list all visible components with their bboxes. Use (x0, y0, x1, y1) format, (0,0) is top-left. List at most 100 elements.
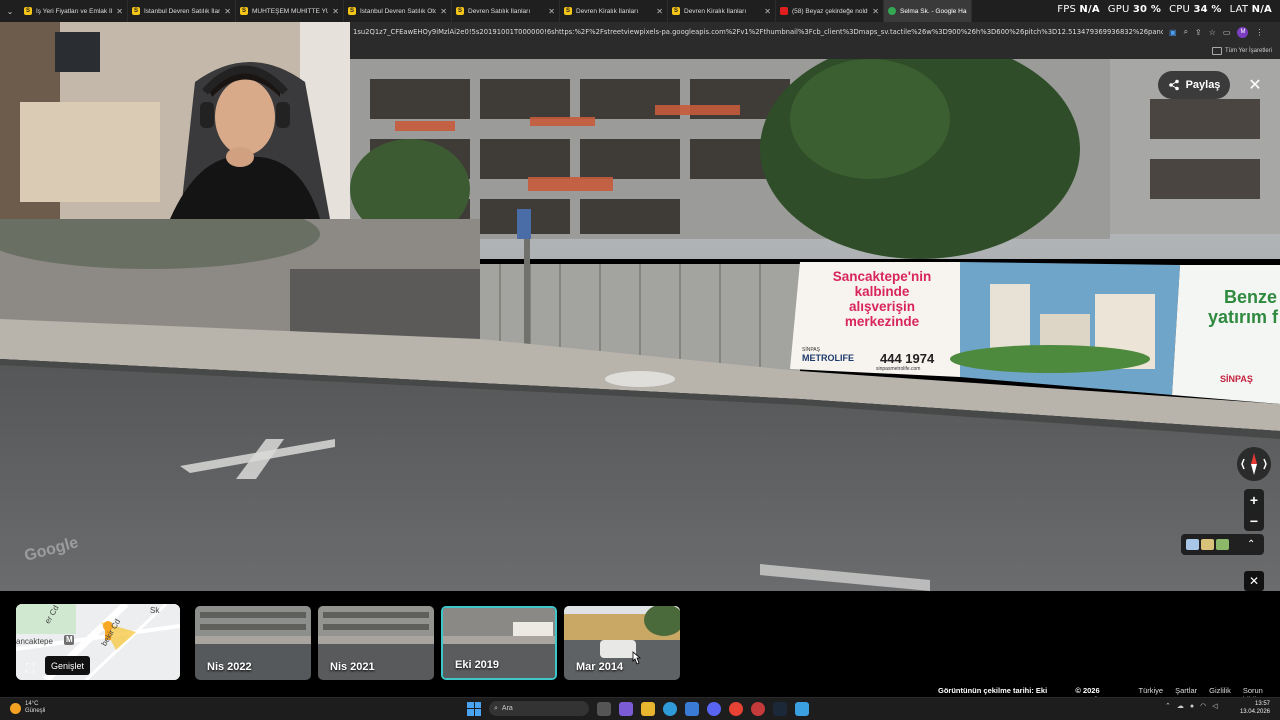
url-text[interactable]: 1su2Q1z7_CFEawEHOy9iMzlAi2e0!5s20191001T… (350, 28, 1163, 36)
bookmark-star-icon[interactable]: ☆ (1209, 28, 1216, 37)
tab-label: İş Yeri Fiyatları ve Emlak İlanları (36, 7, 113, 15)
tab-close-icon[interactable]: ✕ (548, 7, 555, 16)
youtube-icon (780, 7, 788, 15)
all-bookmarks-button[interactable]: Tüm Yer İşaretleri (1211, 46, 1280, 55)
tab-label: Devren Kiralık İlanları (684, 7, 747, 15)
zoom-out-icon[interactable]: − (1250, 513, 1258, 529)
photos-icon[interactable] (795, 701, 809, 716)
sahibinden-icon: S (564, 7, 572, 15)
search-icon: ⌕ (494, 704, 498, 712)
cloud-icon[interactable]: ☁ (1177, 702, 1184, 710)
volume-icon[interactable]: ◁ (1212, 702, 1217, 710)
tab-close-icon[interactable]: ✕ (656, 7, 663, 16)
zoom-control: + − (1244, 489, 1264, 531)
zoom-icon[interactable]: ⌕ (1184, 27, 1188, 37)
browser-tab[interactable]: S İstanbul Devren Satılık Oto Ser ✕ (344, 0, 452, 22)
lat-label: LAT (1229, 4, 1249, 15)
browser-tab[interactable]: S Devren Satılık İlanları ✕ (452, 0, 560, 22)
edge-icon[interactable] (663, 701, 677, 716)
task-view-icon[interactable] (597, 701, 611, 716)
tab-label: İstanbul Devren Satılık İlanları (144, 7, 220, 15)
tab-label: (58) Beyaz çekirdeğe noldu? - Y (792, 7, 868, 15)
gpu-label: GPU (1107, 4, 1130, 15)
billboard-right-text: Benze yatırım f (1208, 287, 1279, 327)
browser-tab[interactable]: S Devren Kiralık İlanları ✕ (560, 0, 668, 22)
tab-search-chevron-icon[interactable]: ⌄ (0, 0, 20, 22)
cpu-label: CPU (1169, 4, 1191, 15)
thumbnail-date: Eki 2019 (455, 659, 500, 671)
timeline-thumbnail[interactable]: Mar 2014 (564, 606, 680, 680)
share-page-icon[interactable]: ⇪ (1195, 28, 1202, 37)
close-timeline-icon[interactable]: ✕ (1244, 571, 1264, 591)
tab-close-icon[interactable]: ✕ (440, 7, 447, 16)
start-icon[interactable] (467, 701, 481, 716)
sidebar-icon[interactable]: ▭ (1223, 28, 1231, 37)
wifi-icon[interactable]: ◠ (1200, 702, 1206, 710)
sahibinden-icon: S (132, 7, 140, 15)
compass-icon[interactable] (1237, 447, 1271, 481)
timeline-thumbnail-selected[interactable]: Eki 2019 (441, 606, 557, 680)
browser-tab[interactable]: S İş Yeri Fiyatları ve Emlak İlanları ✕ (20, 0, 128, 22)
fps-label: FPS (1057, 4, 1077, 15)
menu-dots-icon[interactable]: ⋮ (1255, 28, 1263, 37)
close-street-view-icon[interactable]: ✕ (1242, 71, 1268, 99)
performance-overlay: FPS N/A GPU 30 % CPU 34 % LAT N/A (1057, 4, 1272, 15)
browser-tab[interactable]: S İstanbul Devren Satılık İlanları ✕ (128, 0, 236, 22)
chevron-up-icon[interactable]: ⌃ (1165, 702, 1171, 710)
gpu-value: 30 % (1132, 4, 1162, 15)
taskbar-search[interactable]: ⌕ Ara (489, 701, 589, 716)
browser-tab[interactable]: S Devren Kiralık İlanları ✕ (668, 0, 776, 22)
fps-value: N/A (1079, 4, 1100, 15)
profile-avatar[interactable]: M (1237, 26, 1249, 38)
discord-icon[interactable] (707, 701, 721, 716)
map-label: Sk (150, 606, 160, 615)
tab-close-icon[interactable]: ✕ (332, 7, 339, 16)
timeline-thumbnail[interactable]: Nis 2022 (195, 606, 311, 680)
extension-icon[interactable]: ▣ (1169, 28, 1177, 37)
browser-tab[interactable]: S MUHTEŞEM MUHİTTE YÜKSEK ✕ (236, 0, 344, 22)
steam-icon[interactable] (773, 701, 787, 716)
sahibinden-icon: S (240, 7, 248, 15)
webcam-overlay (0, 22, 350, 219)
app-icon[interactable] (751, 701, 765, 716)
chevron-up-icon[interactable]: ⌃ (1247, 539, 1255, 550)
thumbnail-date: Mar 2014 (576, 661, 624, 673)
copilot-icon[interactable] (619, 701, 633, 716)
system-clock[interactable]: 13:57 13.04.2026 (1240, 700, 1270, 716)
sahibinden-icon: S (456, 7, 464, 15)
os-taskbar: 14°C Güneşli ⌕ Ara ⌃ ☁ ● ◠ ◁ 13:57 13.04… (0, 697, 1280, 720)
address-bar[interactable]: 1su2Q1z7_CFEawEHOy9iMzlAi2e0!5s20191001T… (350, 22, 1280, 42)
tab-close-icon[interactable]: ✕ (116, 7, 123, 16)
tab-label: İstanbul Devren Satılık Oto Ser (360, 7, 436, 15)
file-explorer-icon[interactable] (641, 701, 655, 716)
mini-map[interactable]: ancaktepe er Cd bekir Cd Sk M ⛶ (16, 604, 180, 680)
maps-icon (888, 7, 896, 15)
chrome-icon[interactable] (729, 701, 743, 716)
bookmarks-bar: Tüm Yer İşaretleri (350, 42, 1280, 59)
tab-close-icon[interactable]: ✕ (764, 7, 771, 16)
share-button[interactable]: Paylaş (1158, 71, 1230, 99)
browser-tab-active[interactable]: Selma Sk. - Google Haritalar (884, 0, 972, 22)
cpu-value: 34 % (1193, 4, 1222, 15)
browser-tab[interactable]: (58) Beyaz çekirdeğe noldu? - Y ✕ (776, 0, 884, 22)
sahibinden-icon: S (24, 7, 32, 15)
timeline-thumbnail[interactable]: Nis 2021 (318, 606, 434, 680)
tab-label: Selma Sk. - Google Haritalar (900, 7, 967, 15)
weather-widget[interactable]: 14°C Güneşli (10, 701, 45, 715)
tab-label: Devren Satılık İlanları (468, 7, 531, 15)
layer-thumbnail[interactable] (1201, 539, 1214, 550)
zoom-in-icon[interactable]: + (1250, 492, 1258, 508)
layer-thumbnail[interactable] (1216, 539, 1229, 550)
tab-close-icon[interactable]: ✕ (224, 7, 231, 16)
layers-control[interactable]: ⌃ (1181, 534, 1264, 555)
billboard-website: sinpasmetrolife.com (876, 366, 921, 372)
thumbnail-date: Nis 2022 (207, 661, 252, 673)
store-icon[interactable] (685, 701, 699, 716)
sahibinden-icon: S (348, 7, 356, 15)
mic-icon[interactable]: ● (1190, 703, 1194, 710)
billboard-brand: SİNPAŞ METROLIFE (802, 347, 854, 363)
layer-thumbnail[interactable] (1186, 539, 1199, 550)
tab-close-icon[interactable]: ✕ (872, 7, 879, 16)
expand-icon[interactable]: ⛶ (16, 657, 44, 679)
system-tray: ⌃ ☁ ● ◠ ◁ (1165, 702, 1218, 711)
